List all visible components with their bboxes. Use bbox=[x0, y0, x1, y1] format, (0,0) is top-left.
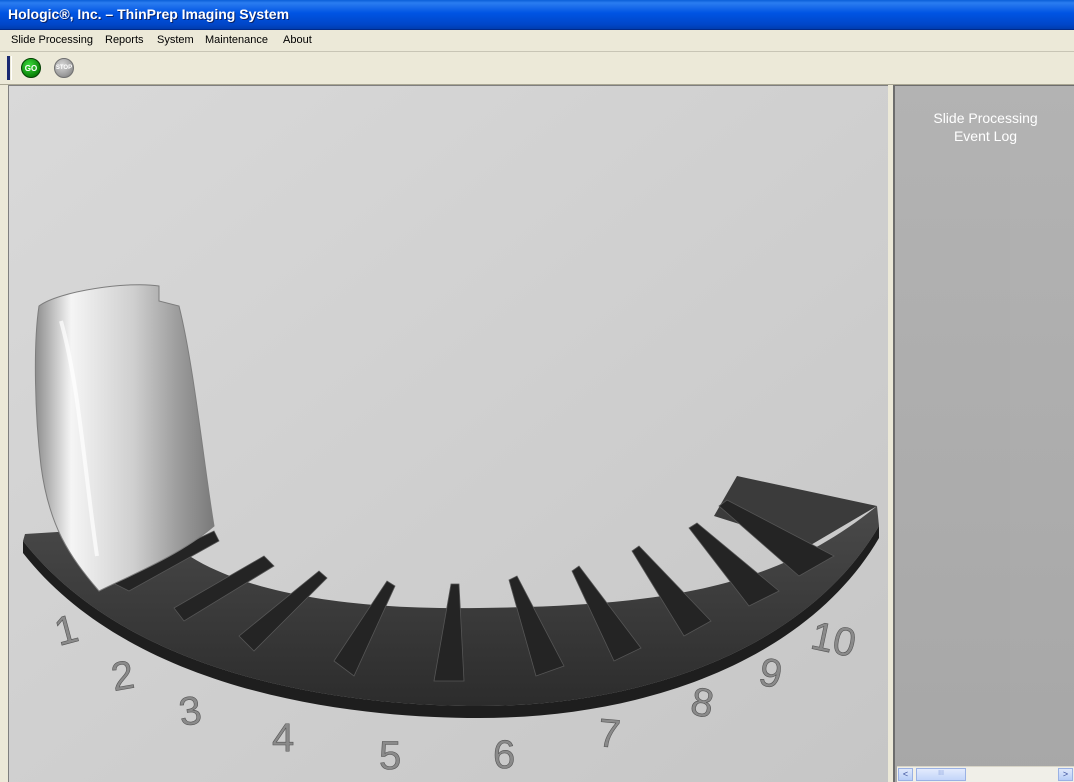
slot-number-7: 7 bbox=[596, 711, 622, 757]
go-label: GO bbox=[24, 63, 38, 73]
event-log-scrollbar[interactable]: < III > bbox=[897, 766, 1074, 782]
menu-maintenance[interactable]: Maintenance bbox=[205, 34, 268, 46]
slot-number-4: 4 bbox=[272, 716, 294, 760]
window-title: Hologic®, Inc. – ThinPrep Imaging System bbox=[8, 6, 290, 22]
slot-number-10: 10 bbox=[807, 614, 860, 666]
carousel-illustration: 1 2 3 4 5 6 7 8 9 10 bbox=[9, 86, 888, 782]
stop-button[interactable]: STOP bbox=[54, 58, 74, 78]
menu-slide-processing[interactable]: Slide Processing bbox=[11, 34, 93, 46]
event-log-title: Slide Processing Event Log bbox=[933, 110, 1038, 144]
toolbar-grip bbox=[7, 56, 10, 80]
stop-label: STOP bbox=[55, 65, 73, 71]
menu-system[interactable]: System bbox=[157, 34, 194, 46]
menu-about[interactable]: About bbox=[283, 34, 312, 46]
carousel-view: 1 2 3 4 5 6 7 8 9 10 bbox=[8, 85, 888, 782]
toolbar: GO STOP bbox=[0, 52, 1074, 85]
slot-number-6: 6 bbox=[493, 733, 515, 777]
scroll-right-icon[interactable]: > bbox=[1058, 768, 1073, 781]
menu-bar: Slide Processing Reports System Maintena… bbox=[0, 30, 1074, 52]
scroll-left-icon[interactable]: < bbox=[898, 768, 913, 781]
scroll-thumb[interactable]: III bbox=[916, 768, 966, 781]
menu-reports[interactable]: Reports bbox=[105, 34, 144, 46]
event-log-panel: Slide Processing Event Log < III > bbox=[893, 85, 1074, 782]
toolbar-grip-highlight bbox=[11, 56, 12, 80]
go-button[interactable]: GO bbox=[21, 58, 41, 78]
slot-number-5: 5 bbox=[379, 734, 401, 778]
title-bar: Hologic®, Inc. – ThinPrep Imaging System bbox=[0, 0, 1074, 30]
